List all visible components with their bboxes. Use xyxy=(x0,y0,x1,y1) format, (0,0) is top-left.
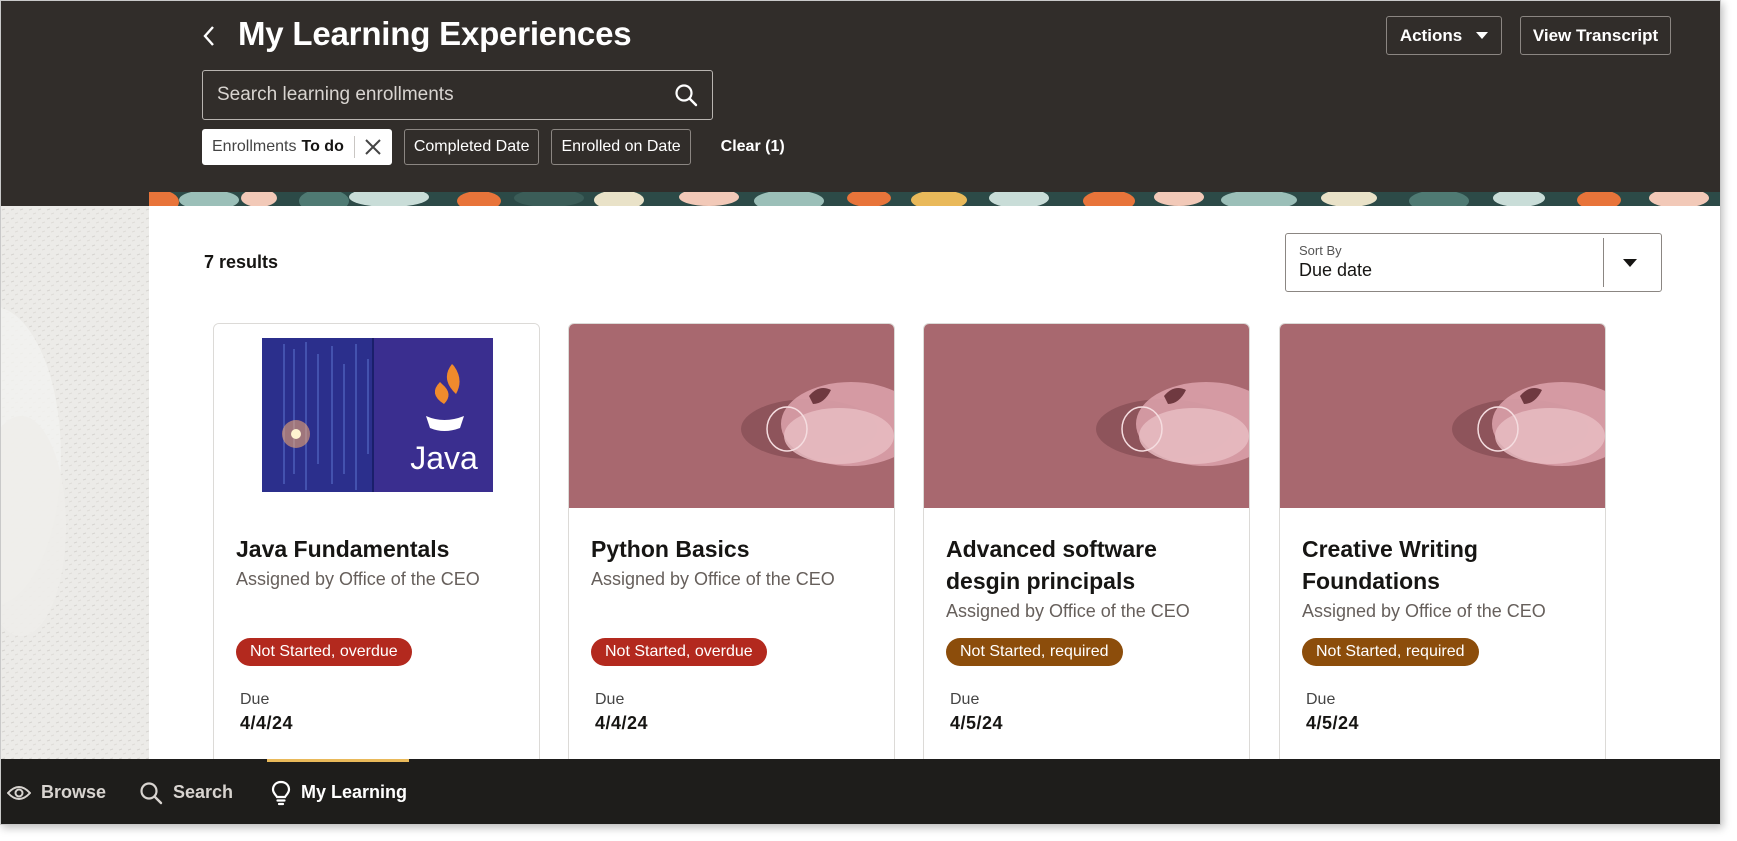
decorative-background xyxy=(1,206,149,761)
card-subtitle: Assigned by Office of the CEO xyxy=(591,569,835,589)
learning-card[interactable]: Advanced software desgin principals Assi… xyxy=(923,323,1250,761)
due-date: 4/5/24 xyxy=(950,713,1004,733)
card-subtitle: Assigned by Office of the CEO xyxy=(236,569,480,589)
sort-by-select[interactable]: Sort By Due date xyxy=(1285,233,1662,292)
view-transcript-button[interactable]: View Transcript xyxy=(1520,16,1671,55)
card-image xyxy=(569,324,894,508)
due-label: Due xyxy=(595,691,625,708)
sort-label: Sort By xyxy=(1299,243,1342,258)
java-logo-text: Java xyxy=(410,440,478,476)
due-label: Due xyxy=(240,691,270,708)
card-title: Java Fundamentals xyxy=(236,536,450,562)
sort-value: Due date xyxy=(1299,260,1373,280)
actions-button[interactable]: Actions xyxy=(1386,16,1502,55)
due-date: 4/4/24 xyxy=(595,713,649,733)
filter-chip-enrolled-date[interactable]: Enrolled on Date xyxy=(551,129,691,165)
chip-label: Enrollments xyxy=(212,138,297,155)
bottom-navigation: Browse Search My Learning xyxy=(1,759,1720,824)
card-subtitle: Assigned by Office of the CEO xyxy=(946,601,1190,621)
filter-chips: Enrollments To do Completed Date Enrolle… xyxy=(202,129,785,165)
nav-search[interactable]: Search xyxy=(139,759,234,824)
chip-value: To do xyxy=(301,138,344,155)
due-date: 4/4/24 xyxy=(240,713,294,733)
card-body: Java Fundamentals Assigned by Office of … xyxy=(236,533,521,591)
search-icon xyxy=(140,781,163,804)
nav-browse[interactable]: Browse xyxy=(7,759,107,824)
results-panel: 7 results Sort By Due date Java Java Fun… xyxy=(149,206,1720,761)
back-button[interactable] xyxy=(197,21,221,51)
search-field xyxy=(202,70,713,120)
clear-filters-link[interactable]: Clear (1) xyxy=(721,138,785,156)
learning-card[interactable]: Creative Writing Foundations Assigned by… xyxy=(1279,323,1606,761)
card-title: Creative Writing Foundations xyxy=(1302,536,1478,594)
nav-my-learning[interactable]: My Learning xyxy=(271,759,408,824)
lightbulb-icon xyxy=(271,780,291,805)
close-icon[interactable] xyxy=(355,129,391,165)
card-image: Java xyxy=(214,324,539,508)
card-image xyxy=(924,324,1249,508)
learning-card[interactable]: Java Java Fundamentals Assigned by Offic… xyxy=(213,323,540,761)
due-date: 4/5/24 xyxy=(1306,713,1360,733)
due-label: Due xyxy=(1306,691,1336,708)
caret-down-icon[interactable] xyxy=(1623,259,1637,267)
card-body: Python Basics Assigned by Office of the … xyxy=(591,533,876,591)
eye-icon xyxy=(7,785,31,800)
filter-chip-enrollments[interactable]: Enrollments To do xyxy=(202,129,392,165)
actions-label: Actions xyxy=(1399,25,1463,45)
nav-label: Browse xyxy=(41,782,107,802)
app-window: My Learning Experiences Actions View Tra… xyxy=(0,0,1721,825)
status-badge: Not Started, overdue xyxy=(236,638,412,666)
page-title: My Learning Experiences xyxy=(238,15,632,52)
learning-card[interactable]: Python Basics Assigned by Office of the … xyxy=(568,323,895,761)
page-header: My Learning Experiences Actions View Tra… xyxy=(1,1,1720,206)
status-badge: Not Started, required xyxy=(946,638,1123,666)
card-image xyxy=(1280,324,1605,508)
search-icon[interactable] xyxy=(660,71,712,119)
due-label: Due xyxy=(950,691,980,708)
nav-label: Search xyxy=(173,782,234,802)
caret-down-icon xyxy=(1476,32,1489,39)
chevron-left-icon xyxy=(203,26,214,46)
results-count: 7 results xyxy=(204,252,279,272)
card-subtitle: Assigned by Office of the CEO xyxy=(1302,601,1546,621)
filter-chip-completed-date[interactable]: Completed Date xyxy=(403,129,540,165)
status-badge: Not Started, overdue xyxy=(591,638,767,666)
nav-label: My Learning xyxy=(301,782,408,802)
status-badge: Not Started, required xyxy=(1302,638,1479,666)
card-body: Creative Writing Foundations Assigned by… xyxy=(1302,533,1587,623)
card-body: Advanced software desgin principals Assi… xyxy=(946,533,1231,623)
divider xyxy=(1603,238,1604,287)
search-input[interactable] xyxy=(203,83,660,107)
card-title: Advanced software desgin principals xyxy=(946,536,1157,594)
card-title: Python Basics xyxy=(591,536,750,562)
decorative-banner xyxy=(149,192,1720,206)
